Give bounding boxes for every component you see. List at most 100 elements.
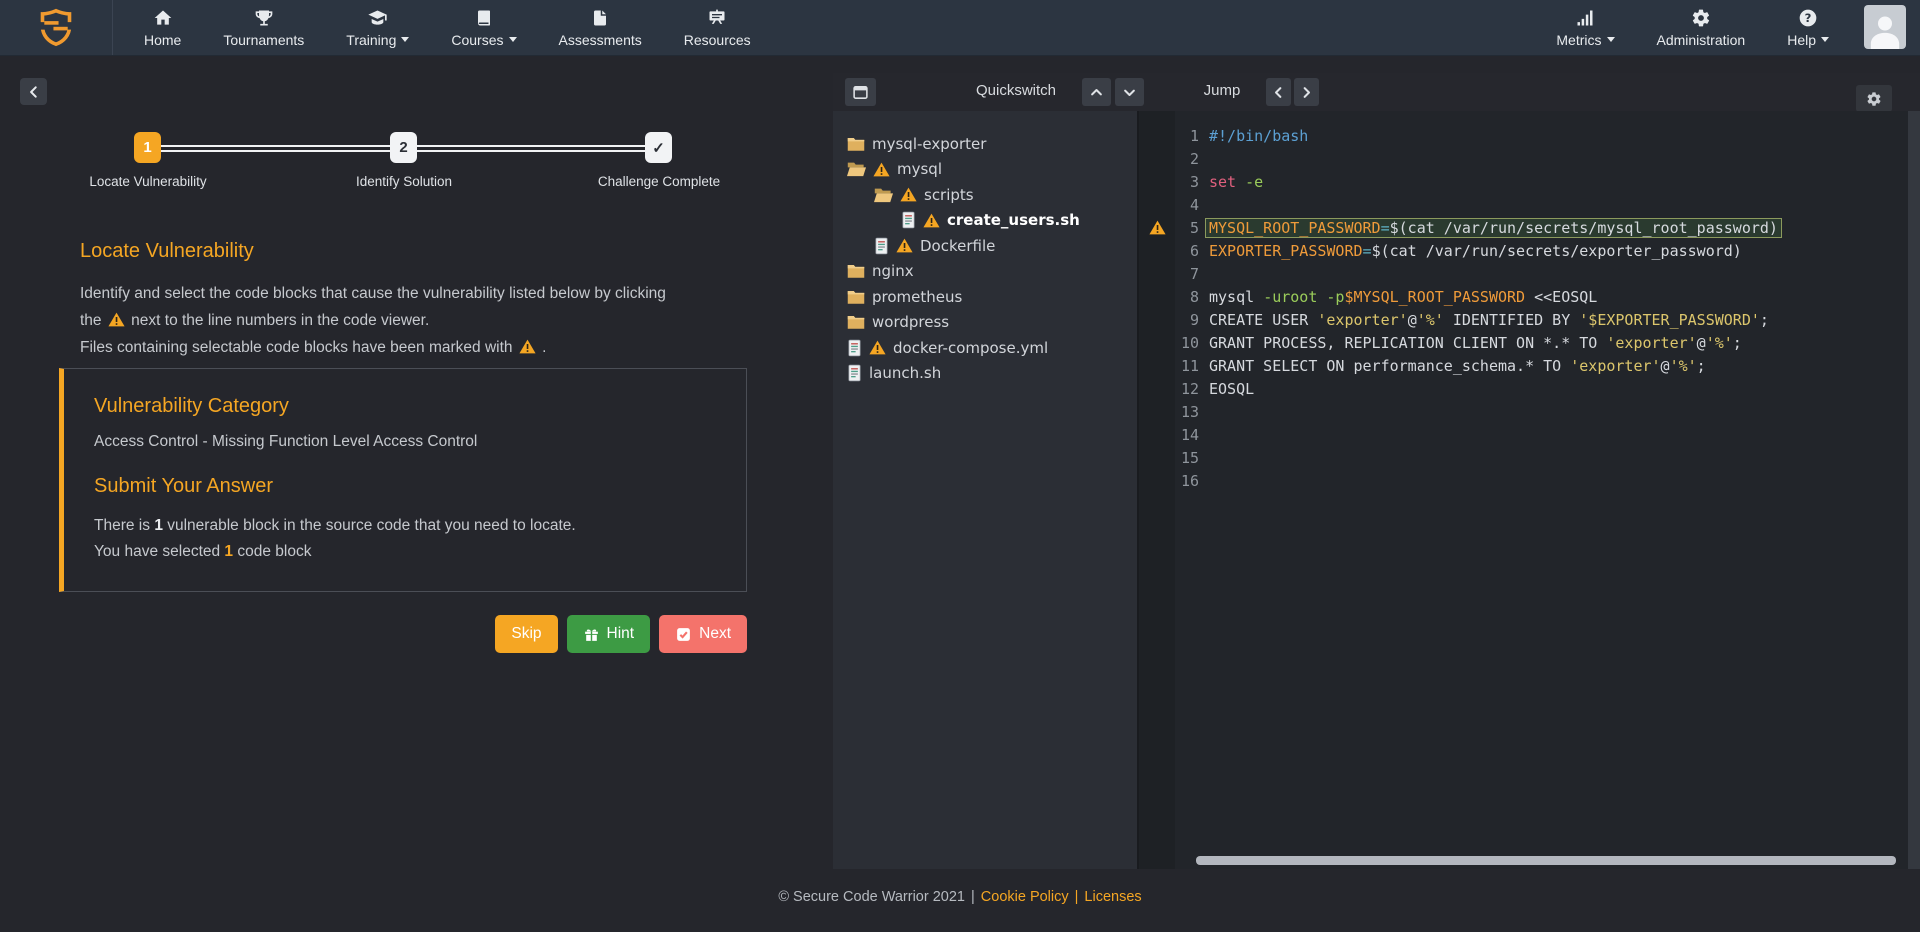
cookie-policy-link[interactable]: Cookie Policy <box>981 889 1069 905</box>
code-token: 'exporter' <box>1606 334 1696 352</box>
action-buttons: Skip Hint Next <box>59 615 747 653</box>
gear-icon <box>1866 91 1882 107</box>
category-value: Access Control - Missing Function Level … <box>94 433 716 451</box>
tree-item-scripts[interactable]: scripts <box>833 182 1137 208</box>
caret-down-icon <box>509 37 517 42</box>
code-token: -uroot <box>1263 288 1317 306</box>
nav-item-assessments[interactable]: Assessments <box>538 0 663 55</box>
jump-next-button[interactable] <box>1294 78 1319 106</box>
nav-item-label: Tournaments <box>223 32 304 48</box>
tree-item-name: create_users.sh <box>947 211 1080 229</box>
folder-open-icon <box>874 187 893 203</box>
brand-logo[interactable] <box>0 0 113 55</box>
tree-item-prometheus[interactable]: prometheus <box>833 284 1137 310</box>
code-line-14: 14 <box>1139 423 1906 446</box>
warning-icon <box>869 340 886 355</box>
code-line-11: 11 GRANT SELECT ON performance_schema.* T… <box>1139 354 1906 377</box>
nav-item-help[interactable]: ?Help <box>1766 0 1850 55</box>
panel-layout-button[interactable] <box>845 78 876 106</box>
check-square-icon <box>675 626 692 643</box>
tree-item-nginx[interactable]: nginx <box>833 259 1137 285</box>
nav-item-courses[interactable]: Courses <box>430 0 537 55</box>
code-token: IDENTIFIED BY <box>1444 311 1579 329</box>
book-icon <box>475 8 493 28</box>
tree-item-mysql[interactable]: mysql <box>833 157 1137 183</box>
code-token: MYSQL_ROOT_PASSWORD <box>1209 219 1381 237</box>
submit-status-line: There is 1 vulnerable block in the sourc… <box>94 513 716 539</box>
nav-item-resources[interactable]: Resources <box>663 0 772 55</box>
code-token: 'exporter' <box>1317 311 1407 329</box>
tree-item-docker-compose-yml[interactable]: docker-compose.yml <box>833 335 1137 361</box>
code-token: mysql <box>1209 288 1263 306</box>
next-button[interactable]: Next <box>659 615 747 653</box>
nav-item-label: Help <box>1787 32 1816 48</box>
category-heading: Vulnerability Category <box>94 395 716 418</box>
code-line-7: 7 <box>1139 262 1906 285</box>
nav-item-training[interactable]: Training <box>325 0 430 55</box>
progress-stepper: 1Locate Vulnerability2Identify Solution✓… <box>92 132 712 212</box>
skip-button-label: Skip <box>511 625 541 643</box>
jump-label: Jump <box>1182 82 1262 99</box>
folder-open-icon <box>847 161 866 177</box>
file-icon <box>901 211 916 229</box>
step-badge-identify-solution: 2 <box>390 132 417 163</box>
line-number: 9 <box>1175 311 1199 329</box>
window-icon <box>852 84 869 101</box>
licenses-link[interactable]: Licenses <box>1084 889 1141 905</box>
tree-item-wordpress[interactable]: wordpress <box>833 310 1137 336</box>
tree-item-name: mysql <box>897 160 942 178</box>
text-segment: vulnerable block in the source code that… <box>163 517 576 534</box>
code-token: GRANT SELECT ON performance_schema.* TO <box>1209 357 1570 375</box>
code-token: @ <box>1661 357 1670 375</box>
hint-button[interactable]: Hint <box>567 615 651 653</box>
code-line-4: 4 <box>1139 193 1906 216</box>
vertical-scrollbar[interactable] <box>1908 111 1920 869</box>
nav-item-label: Home <box>144 32 181 48</box>
nav-item-home[interactable]: Home <box>123 0 202 55</box>
step-label: Challenge Complete <box>549 174 769 189</box>
horizontal-scrollbar[interactable] <box>1196 856 1896 865</box>
code-token <box>1236 173 1245 191</box>
line-number: 16 <box>1175 472 1199 490</box>
nav-item-metrics[interactable]: Metrics <box>1535 0 1635 55</box>
submit-status: There is 1 vulnerable block in the sourc… <box>94 513 716 565</box>
skip-button[interactable]: Skip <box>495 615 557 653</box>
nav-item-tournaments[interactable]: Tournaments <box>202 0 325 55</box>
code-viewer: 1#!/bin/bash23set -e45MYSQL_ROOT_PASSWOR… <box>1139 111 1920 869</box>
back-button[interactable] <box>20 78 47 105</box>
code-token: 'exporter' <box>1570 357 1660 375</box>
settings-button[interactable] <box>1856 85 1892 112</box>
easel-icon <box>707 8 727 28</box>
tree-item-name: prometheus <box>872 288 962 306</box>
jump-prev-button[interactable] <box>1266 78 1291 106</box>
quickswitch-up-button[interactable] <box>1082 78 1111 106</box>
line-number: 11 <box>1175 357 1199 375</box>
tree-item-name: wordpress <box>872 313 949 331</box>
user-nav: MetricsAdministration?Help <box>1535 0 1850 55</box>
code-line-6: 6EXPORTER_PASSWORD=$(cat /var/run/secret… <box>1139 239 1906 262</box>
nav-item-label: Courses <box>451 32 503 48</box>
code-token: set <box>1209 173 1236 191</box>
line-number: 10 <box>1175 334 1199 352</box>
app: Home Tournaments Training Courses Assessment… <box>0 0 1920 932</box>
tree-item-launch-sh[interactable]: launch.sh <box>833 361 1137 387</box>
avatar[interactable] <box>1864 5 1906 49</box>
selected-code-block[interactable]: MYSQL_ROOT_PASSWORD=$(cat /var/run/secre… <box>1205 218 1782 238</box>
file-icon <box>847 364 862 382</box>
quickswitch-down-button[interactable] <box>1115 78 1144 106</box>
copyright-text: © Secure Code Warrior 2021 <box>778 889 965 905</box>
vulnerability-category-box: Vulnerability Category Access Control - … <box>59 368 747 592</box>
tree-item-dockerfile[interactable]: Dockerfile <box>833 233 1137 259</box>
line-code: GRANT PROCESS, REPLICATION CLIENT ON *.*… <box>1199 334 1742 352</box>
code-line-12: 12EOSQL <box>1139 377 1906 400</box>
tree-item-create-users-sh[interactable]: create_users.sh <box>833 208 1137 234</box>
line-warning-toggle[interactable] <box>1149 220 1166 235</box>
line-number: 14 <box>1175 426 1199 444</box>
code-token: EXPORTER_PASSWORD <box>1209 242 1363 260</box>
code-token: = <box>1381 219 1390 237</box>
nav-item-administration[interactable]: Administration <box>1636 0 1767 55</box>
code-line-15: 15 <box>1139 446 1906 469</box>
line-code: CREATE USER 'exporter'@'%' IDENTIFIED BY… <box>1199 311 1769 329</box>
tree-item-mysql-exporter[interactable]: mysql-exporter <box>833 131 1137 157</box>
code-token: CREATE USER <box>1209 311 1317 329</box>
